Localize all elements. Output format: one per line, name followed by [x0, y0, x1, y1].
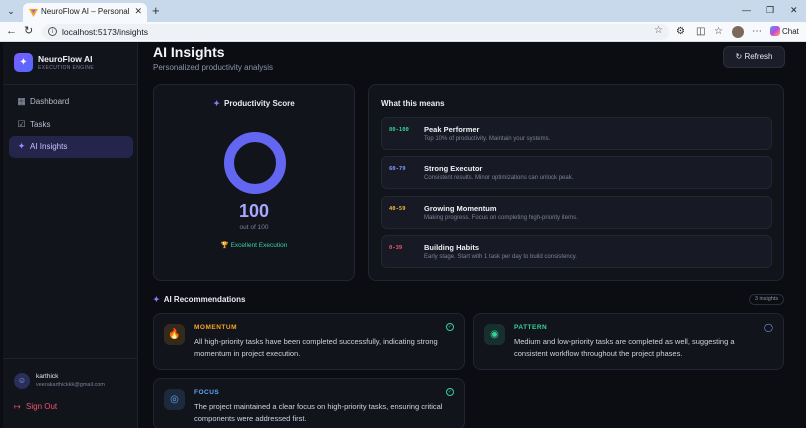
tab-close-icon[interactable]: ✕	[134, 6, 142, 17]
sparkles-icon: ✦	[153, 295, 160, 304]
sign-out-button[interactable]: ↦ Sign Out	[14, 402, 57, 411]
bookmark-star-icon[interactable]: ☆	[654, 25, 663, 36]
grid-icon: ▦	[17, 96, 26, 106]
tier-row: 80-100 Peak Performer Top 10% of product…	[381, 117, 772, 150]
recommendations-title: ✦ AI Recommendations	[153, 295, 246, 304]
page-title: AI Insights	[153, 44, 225, 60]
award-icon: ◉	[484, 324, 505, 345]
sidebar-item-label: Tasks	[30, 120, 51, 129]
recommendation-card-momentum: 🔥 MOMENTUM All high-priority tasks have …	[153, 313, 465, 370]
recommendation-card-focus: ◎ FOCUS The project maintained a clear f…	[153, 378, 465, 428]
score-badge: 🏆 Excellent Execution	[154, 241, 354, 249]
score-ring-fill	[224, 132, 286, 194]
maximize-icon[interactable]: ❐	[766, 4, 774, 16]
lightbulb-icon: ◯	[764, 323, 773, 332]
back-icon[interactable]: ←	[6, 25, 17, 38]
page-subtitle: Personalized productivity analysis	[153, 63, 274, 72]
sidebar-item-label: AI Insights	[30, 142, 68, 151]
reload-icon[interactable]: ↻	[24, 25, 33, 38]
what-this-means-card: What this means 80-100 Peak Performer To…	[368, 84, 784, 281]
more-menu-icon[interactable]: ⋯	[752, 26, 762, 38]
tab-title: NeuroFlow AI – Personal Execution	[41, 7, 131, 16]
tier-description: Early stage. Start with 1 task per day t…	[424, 254, 577, 260]
tier-description: Making progress. Focus on completing hig…	[424, 215, 578, 221]
score-ring	[224, 132, 286, 194]
recommendation-label: FOCUS	[194, 389, 220, 396]
sidebar: ✦ NeuroFlow AI EXECUTION ENGINE ▦ Dashbo…	[3, 43, 138, 428]
insights-count-badge: 3 insights	[749, 294, 784, 305]
user-email: veerakarthickkk@gmail.com	[36, 382, 105, 388]
recommendation-text: Medium and low-priority tasks are comple…	[514, 337, 735, 358]
tier-range: 40-59	[389, 206, 406, 212]
site-info-icon[interactable]: i	[48, 27, 57, 36]
copilot-chat-button[interactable]: Chat	[770, 26, 799, 36]
extensions-icon[interactable]: ⚙	[676, 26, 685, 38]
logout-icon: ↦	[14, 402, 21, 411]
sidebar-item-ai-insights[interactable]: ✦ AI Insights	[9, 136, 133, 158]
recommendation-label: MOMENTUM	[194, 324, 237, 331]
user-name: karthick	[36, 373, 59, 380]
tier-range: 80-100	[389, 127, 409, 133]
score-value: 100	[238, 201, 270, 221]
productivity-score-card: ✦ Productivity Score 100 out of 100 🏆 Exc…	[153, 84, 355, 281]
tier-name: Peak Performer	[424, 125, 480, 134]
recommendations-title-label: AI Recommendations	[163, 295, 246, 304]
window-close-icon[interactable]: ✕	[790, 4, 798, 16]
sidebar-item-label: Dashboard	[30, 97, 70, 106]
recommendation-label: PATTERN	[514, 324, 548, 331]
trophy-icon: 🏆	[220, 242, 229, 249]
sign-out-label: Sign Out	[26, 402, 58, 411]
recommendation-card-pattern: ◉ PATTERN Medium and low-priority tasks …	[473, 313, 784, 370]
sidebar-item-dashboard[interactable]: ▦ Dashboard	[9, 91, 133, 113]
flame-icon: 🔥	[164, 324, 185, 345]
recommendation-text: All high-priority tasks have been comple…	[194, 337, 438, 358]
divider	[3, 84, 138, 85]
brand-name: NeuroFlow AI	[38, 54, 93, 64]
tier-range: 0-39	[389, 245, 403, 251]
split-screen-icon[interactable]: ◫	[696, 26, 705, 38]
refresh-label: Refresh	[744, 52, 773, 61]
favorites-icon[interactable]: ☆	[714, 26, 723, 38]
tier-row: 0-39 Building Habits Early stage. Start …	[381, 235, 772, 268]
new-tab-icon[interactable]: +	[152, 3, 160, 18]
target-icon: ◎	[164, 389, 185, 410]
address-bar[interactable]: i localhost:5173/insights ☆	[42, 24, 669, 40]
sparkles-icon: ✦	[213, 99, 220, 108]
tier-name: Growing Momentum	[424, 204, 497, 213]
tier-name: Building Habits	[424, 243, 479, 252]
browser-tabbar: ⌄ NeuroFlow AI – Personal Execution ✕ + …	[0, 0, 806, 22]
tier-row: 60-79 Strong Executor Consistent results…	[381, 156, 772, 189]
check-circle-icon: ✓	[446, 388, 454, 396]
tier-row: 40-59 Growing Momentum Making progress. …	[381, 196, 772, 229]
user-avatar-icon: ☺	[14, 373, 30, 389]
minimize-icon[interactable]: —	[742, 4, 751, 16]
means-title: What this means	[381, 99, 445, 108]
refresh-icon: ↻	[735, 52, 743, 61]
profile-avatar[interactable]	[732, 26, 744, 38]
brand-subtitle: EXECUTION ENGINE	[38, 65, 95, 71]
score-title-label: Productivity Score	[224, 99, 295, 108]
browser-tab[interactable]: NeuroFlow AI – Personal Execution ✕	[23, 3, 147, 22]
tier-description: Consistent results. Minor optimizations …	[424, 175, 574, 181]
browser-toolbar: ← ↻ i localhost:5173/insights ☆ ⚙ ◫ ☆ ⋯ …	[0, 22, 806, 42]
brand-logo-icon: ✦	[14, 53, 33, 72]
copilot-icon	[770, 26, 780, 36]
recommendation-text: The project maintained a clear focus on …	[194, 402, 443, 423]
tab-list-chevron-icon[interactable]: ⌄	[4, 4, 18, 18]
sparkles-icon: ✦	[17, 141, 26, 151]
score-out-of: out of 100	[239, 224, 269, 231]
divider	[3, 358, 138, 359]
check-circle-icon: ✓	[446, 323, 454, 331]
tier-name: Strong Executor	[424, 164, 483, 173]
refresh-button[interactable]: ↻ Refresh	[723, 46, 785, 68]
vite-favicon-icon	[29, 8, 38, 17]
tier-description: Top 10% of productivity. Maintain your s…	[424, 136, 551, 142]
score-card-title: ✦ Productivity Score	[154, 99, 354, 108]
score-badge-label: Excellent Execution	[230, 242, 288, 249]
chat-label: Chat	[782, 27, 799, 36]
sidebar-item-tasks[interactable]: ☑ Tasks	[9, 114, 133, 136]
checkbox-icon: ☑	[17, 119, 26, 129]
url-text[interactable]: localhost:5173/insights	[62, 27, 148, 37]
tier-range: 60-79	[389, 166, 406, 172]
